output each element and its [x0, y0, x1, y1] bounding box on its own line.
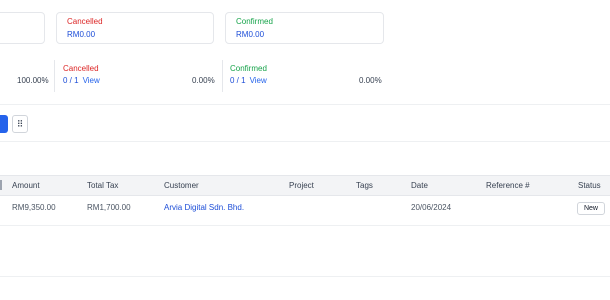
- cell-customer-link[interactable]: Arvia Digital Sdn. Bhd.: [164, 203, 244, 212]
- column-resize-handle[interactable]: [0, 180, 2, 190]
- stat-confirmed-count: 0 / 1 View: [230, 76, 267, 85]
- cell-total-tax: RM1,700.00: [87, 203, 131, 212]
- column-header-status[interactable]: Status: [578, 181, 601, 190]
- table-header: Amount Total Tax Customer Project Tags D…: [0, 175, 610, 196]
- summary-card-title: Confirmed: [236, 17, 273, 26]
- stat-percent: 100.00%: [17, 76, 49, 85]
- primary-action-button[interactable]: [0, 115, 8, 133]
- grid-icon: ⠿: [16, 119, 24, 129]
- column-header-total-tax[interactable]: Total Tax: [87, 181, 118, 190]
- summary-card-title: Cancelled: [67, 17, 103, 26]
- summary-card-confirmed: Confirmed RM0.00: [225, 12, 384, 44]
- summary-card-cancelled: Cancelled RM0.00: [56, 12, 214, 44]
- stat-cancelled-title: Cancelled: [63, 64, 99, 73]
- stat-percent: 0.00%: [192, 76, 215, 85]
- divider: [222, 60, 223, 92]
- column-header-tags[interactable]: Tags: [356, 181, 373, 190]
- view-link[interactable]: View: [83, 76, 100, 85]
- column-grid-button[interactable]: ⠿: [12, 115, 28, 133]
- stat-percent: 0.00%: [359, 76, 382, 85]
- summary-card-value: RM0.00: [67, 30, 96, 39]
- divider: [0, 141, 610, 142]
- stat-count-text: 0 / 1: [63, 76, 79, 85]
- view-link[interactable]: View: [250, 76, 267, 85]
- column-header-project[interactable]: Project: [289, 181, 314, 190]
- stat-count-text: 0 / 1: [230, 76, 246, 85]
- cell-date: 20/06/2024: [411, 203, 452, 212]
- table-bottom-border: [0, 276, 610, 277]
- status-badge: New: [577, 202, 605, 215]
- divider: [54, 60, 55, 92]
- column-header-amount[interactable]: Amount: [12, 181, 40, 190]
- summary-card-partial: [0, 12, 45, 44]
- summary-card-value: RM0.00: [236, 30, 265, 39]
- stat-cancelled-count: 0 / 1 View: [63, 76, 100, 85]
- column-header-customer[interactable]: Customer: [164, 181, 199, 190]
- cell-amount: RM9,350.00: [12, 203, 56, 212]
- row-divider: [0, 225, 610, 226]
- stat-confirmed-title: Confirmed: [230, 64, 267, 73]
- column-header-date[interactable]: Date: [411, 181, 428, 190]
- column-header-reference[interactable]: Reference #: [486, 181, 530, 190]
